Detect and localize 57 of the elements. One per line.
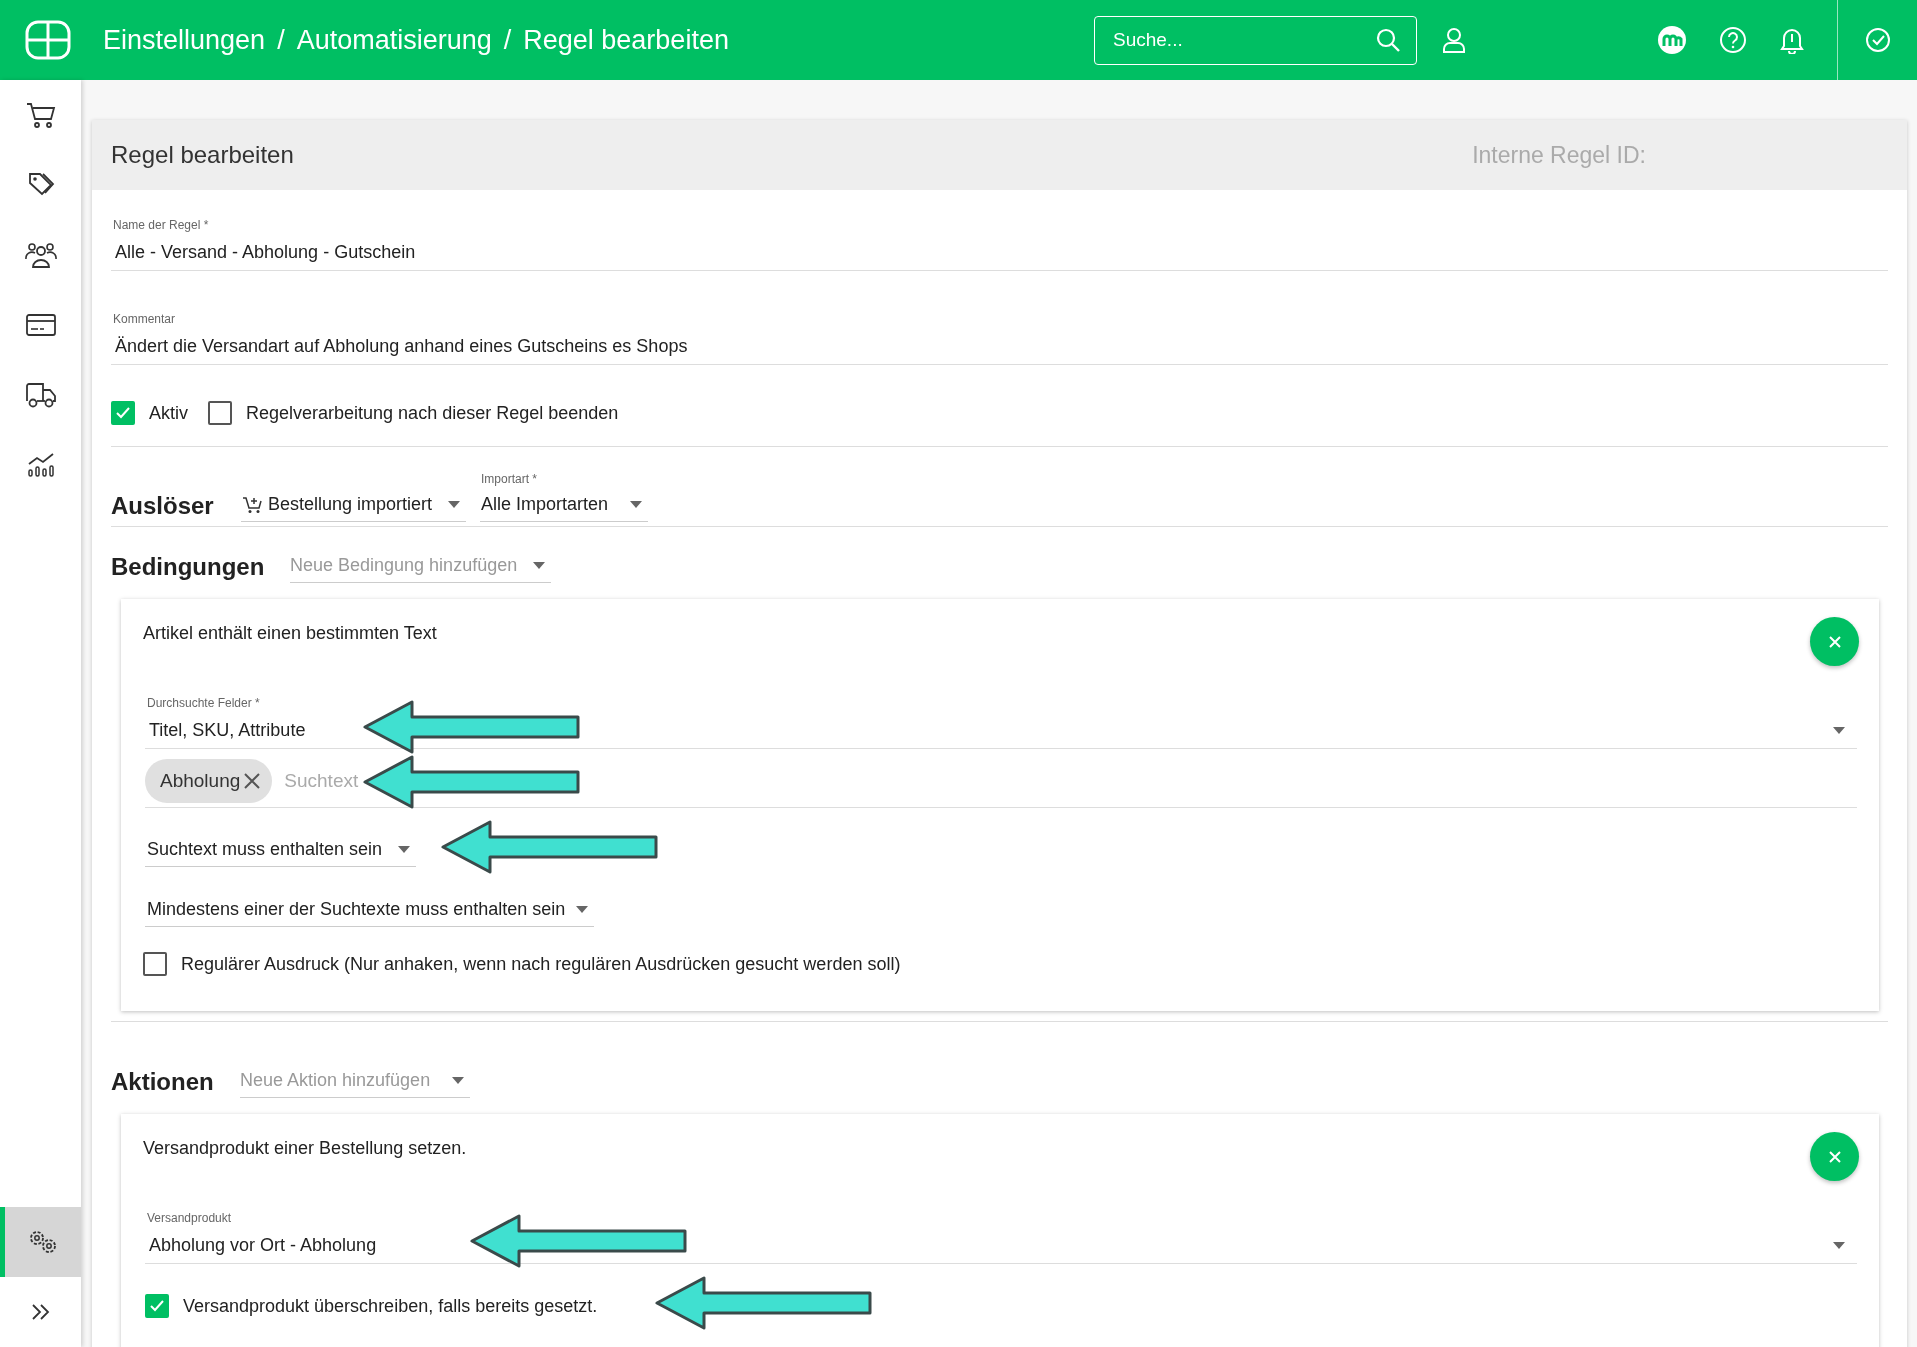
dropdown[interactable]: Mindestens einer der Suchtexte muss enthalten sein: [145, 893, 594, 927]
dropdown[interactable]: Bestellung importiert: [241, 488, 466, 522]
checkbox[interactable]: [145, 1294, 169, 1318]
tag-label: Abholung: [160, 770, 241, 792]
caret-icon: [448, 501, 460, 508]
close-icon: [1828, 635, 1841, 648]
checkbox-label: Regulärer Ausdruck (Nur anhaken, wenn nach regulären Ausdrücken gesucht werden soll): [181, 953, 901, 975]
section-heading: Auslöser: [111, 492, 215, 521]
caret-icon: [1833, 727, 1845, 734]
logo-icon: [25, 20, 71, 60]
cart-plus-icon: [242, 495, 262, 514]
breadcrumb-separator: /: [503, 24, 512, 56]
remove-button[interactable]: [1810, 1132, 1859, 1181]
check-circle-icon[interactable]: [1864, 27, 1891, 53]
section-heading: Bedingungen: [111, 553, 266, 582]
dropdown[interactable]: Suchtext muss enthalten sein: [145, 833, 416, 867]
remove-button[interactable]: [1810, 617, 1859, 666]
checkbox[interactable]: [111, 401, 135, 425]
checkbox[interactable]: [208, 401, 232, 425]
checkbox[interactable]: [143, 952, 167, 976]
caret-icon: [1833, 1242, 1845, 1249]
section-heading: Aktionen: [111, 1068, 215, 1097]
settings-icon: [27, 1228, 59, 1256]
close-icon[interactable]: [244, 773, 261, 789]
caret-icon: [398, 846, 410, 853]
cart-icon: [25, 101, 56, 129]
caret-icon: [452, 1077, 464, 1084]
search-field[interactable]: Suche...: [1094, 15, 1417, 65]
condition-title: Artikel enthält einen bestimmten Text: [143, 623, 437, 644]
search-icon: [1375, 26, 1401, 53]
double-chevron-icon: [29, 1302, 52, 1322]
truck-icon: [24, 381, 57, 409]
checkbox-label: Aktiv: [149, 402, 188, 424]
caret-icon: [630, 501, 642, 508]
checkbox-label: Versandprodukt überschreiben, falls bereits gesetzt.: [183, 1295, 598, 1317]
search-text-input[interactable]: Suchtext: [282, 769, 1857, 793]
dropdown[interactable]: Importart * Alle Importarten: [480, 472, 648, 522]
credit-card-icon: [25, 313, 56, 337]
user-icon[interactable]: [1440, 26, 1468, 54]
card-title: Regel bearbeiten: [111, 141, 294, 169]
text-field[interactable]: Kommentar Ändert die Versandart auf Abholung anhand eines Gutscheins es Shops: [111, 311, 1888, 365]
breadcrumb-item: Regel bearbeiten: [523, 24, 729, 56]
breadcrumb-separator: /: [277, 24, 285, 56]
brand-logo-icon[interactable]: [1657, 25, 1687, 55]
people-icon: [24, 241, 57, 269]
caret-icon: [533, 562, 545, 569]
caret-icon: [576, 906, 588, 913]
check-icon: [149, 1299, 165, 1313]
text-field[interactable]: Name der Regel * Alle - Versand - Abholung - Gutschein: [111, 217, 1888, 271]
bell-icon[interactable]: [1779, 26, 1805, 54]
check-icon: [115, 406, 131, 420]
close-icon: [1828, 1150, 1841, 1163]
rule-id-label: Interne Regel ID:: [1472, 141, 1646, 169]
chart-icon: [25, 452, 56, 478]
action-title: Versandprodukt einer Bestellung setzen.: [143, 1138, 467, 1159]
help-icon[interactable]: [1719, 26, 1747, 54]
checkbox-label: Regelverarbeitung nach dieser Regel beenden: [246, 402, 619, 424]
